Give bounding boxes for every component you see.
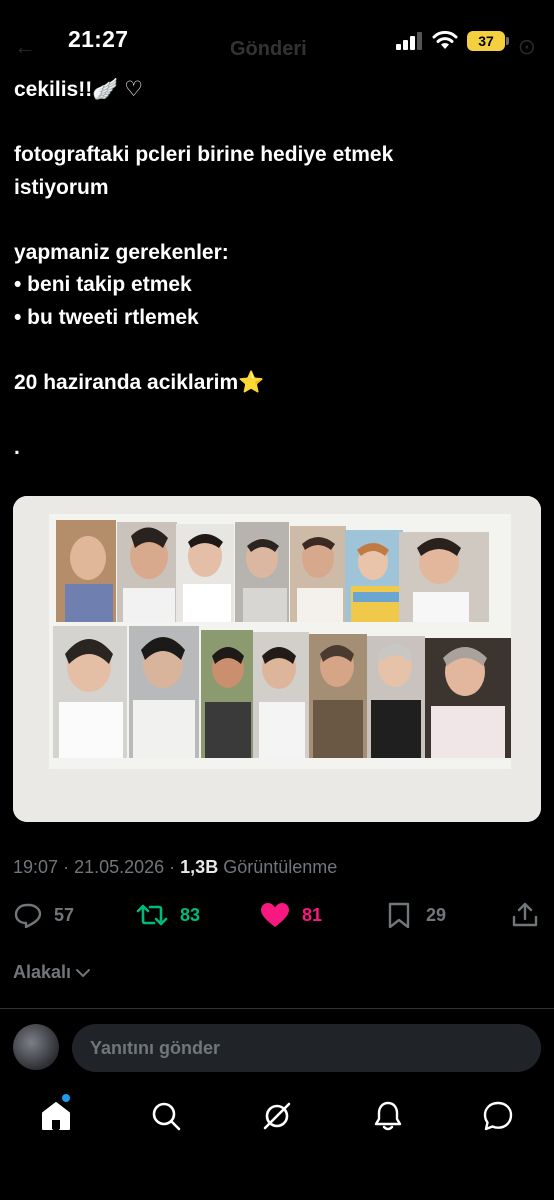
views-count: 1,3B	[180, 857, 219, 877]
bookmark-count: 29	[426, 904, 447, 925]
tweet-text-line: • beni takip etmek	[14, 273, 192, 296]
photocards-image	[13, 496, 541, 822]
grok-icon[interactable]	[261, 1100, 293, 1132]
retweet-icon	[136, 904, 168, 926]
like-count: 81	[302, 904, 323, 925]
tweet-text-line	[14, 399, 534, 432]
tweet-text-line: istiyorum	[14, 175, 109, 199]
reply-icon	[14, 903, 42, 928]
signal-icon	[396, 32, 422, 50]
tweet-text-line	[14, 107, 534, 140]
status-time: 21:27	[68, 26, 129, 52]
reply-sort-dropdown[interactable]: Alakalı	[13, 962, 91, 983]
tweet-text-line: • bu tweeti rtlemek	[14, 305, 199, 329]
battery-icon: 37	[467, 31, 509, 51]
tweet-text-line	[14, 204, 534, 237]
tweet-text-line: .	[14, 435, 20, 459]
status-bar: ← 21:27 Gönderi 37 ⊙	[0, 0, 554, 78]
chevron-down-icon	[76, 968, 91, 977]
tweet-text-line: cekilis!!🪽 ♡	[14, 78, 144, 101]
like-button[interactable]: 81	[260, 902, 322, 928]
tweet-text: cekilis!!🪽 ♡ fotograftaki pcleri birine h…	[14, 74, 534, 464]
back-arrow-icon[interactable]: ←	[14, 34, 36, 60]
tweet-photo[interactable]	[13, 496, 541, 822]
tweet-time: 19:07	[13, 857, 59, 877]
tweet-text-line: fotograftaki pcleri birine hediye etmek	[14, 143, 394, 166]
reply-count: 57	[54, 904, 75, 925]
action-bar: 57 83 81 29	[0, 898, 554, 938]
wifi-icon	[432, 30, 458, 49]
avatar[interactable]	[13, 1024, 59, 1070]
heart-icon	[261, 903, 289, 927]
page-title: Gönderi	[230, 38, 307, 60]
retweet-count: 83	[180, 904, 201, 925]
tweet-text-line	[14, 334, 534, 367]
home-icon[interactable]	[40, 1100, 72, 1132]
share-button[interactable]	[512, 902, 550, 928]
reply-sort-label: Alakalı	[13, 962, 72, 982]
views-label[interactable]: Görüntülenme	[223, 857, 337, 877]
bookmark-button[interactable]: 29	[386, 902, 446, 928]
messages-icon[interactable]	[482, 1100, 514, 1132]
share-icon	[512, 902, 538, 927]
retweet-button[interactable]: 83	[136, 902, 200, 928]
reply-input[interactable]: Yanıtını gönder	[72, 1024, 541, 1072]
tweet-text-line: 20 haziranda aciklarim⭐	[14, 370, 265, 394]
tweet-text-line: yapmaniz gerekenler:	[14, 240, 229, 264]
search-icon[interactable]	[150, 1100, 182, 1132]
reply-button[interactable]: 57	[14, 902, 74, 928]
bookmark-icon	[388, 902, 410, 928]
notifications-icon[interactable]	[372, 1100, 404, 1132]
tweet-date: 21.05.2026	[74, 857, 165, 877]
tweet-meta: 19:07 · 21.05.2026 · 1,3B Görüntülenme	[13, 857, 338, 877]
divider	[0, 1008, 554, 1009]
bottom-tab-bar	[0, 1090, 554, 1150]
more-icon[interactable]: ⊙	[518, 34, 536, 60]
